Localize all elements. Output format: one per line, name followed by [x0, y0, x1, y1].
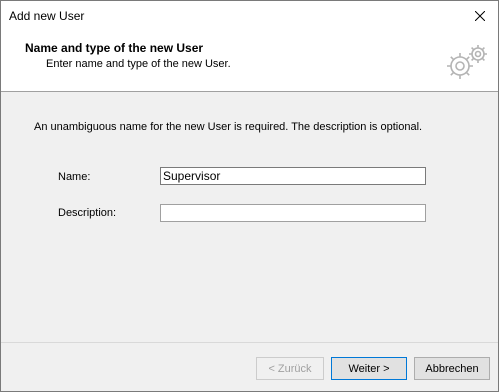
wizard-header: Name and type of the new User Enter name… [1, 31, 498, 92]
description-label: Description: [58, 207, 117, 219]
name-label: Name: [58, 171, 91, 183]
window-title: Add new User [9, 9, 85, 23]
add-user-dialog: Add new User Name and type of the new Us… [0, 0, 499, 392]
close-icon [475, 11, 485, 21]
intro-text: An unambiguous name for the new User is … [34, 121, 423, 133]
gear-icon [443, 43, 489, 83]
title-bar: Add new User [1, 1, 498, 31]
back-button[interactable]: < Zurück [256, 357, 324, 380]
footer-divider [1, 342, 498, 343]
next-button[interactable]: Weiter > [331, 357, 407, 380]
cancel-button[interactable]: Abbrechen [414, 357, 490, 380]
header-subtitle: Enter name and type of the new User. [46, 58, 231, 70]
name-input[interactable] [160, 167, 426, 185]
close-button[interactable] [462, 1, 498, 31]
header-title: Name and type of the new User [25, 41, 204, 55]
description-input[interactable] [160, 204, 426, 222]
